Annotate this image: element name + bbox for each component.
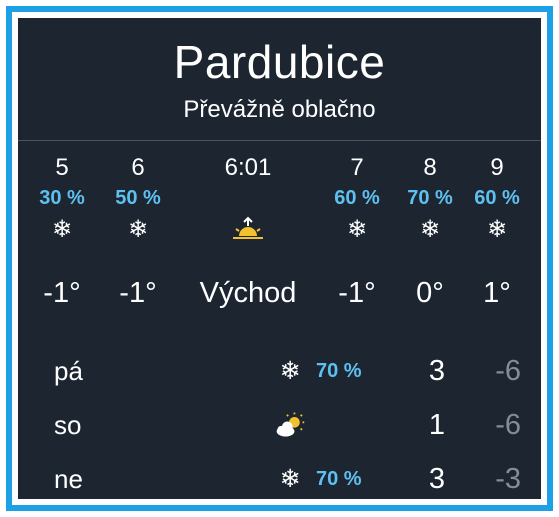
day-high: 1 xyxy=(428,409,445,441)
day-row[interactable]: pá ❄ 70 % 3 -6 xyxy=(18,346,541,400)
hour-temp: 1° xyxy=(483,277,511,309)
hour-temp: Východ xyxy=(199,277,297,309)
hour-time: 6:01 xyxy=(224,154,272,181)
day-precip: 70 % xyxy=(316,468,362,490)
day-low: -3 xyxy=(495,463,521,495)
hour-precip: 60 % xyxy=(334,187,380,209)
day-name: pá xyxy=(54,356,83,386)
snow-icon: ❄ xyxy=(279,357,301,385)
hour-time: 7 xyxy=(350,154,364,181)
day-high: 3 xyxy=(428,463,445,495)
day-row[interactable]: ne ❄ 70 % 3 -3 xyxy=(18,454,541,499)
snow-icon: ❄ xyxy=(346,215,368,243)
hour-precip: 30 % xyxy=(39,187,85,209)
hour-precip: 50 % xyxy=(115,187,161,209)
snow-icon: ❄ xyxy=(51,215,73,243)
snow-icon: ❄ xyxy=(127,215,149,243)
hour-temp: -1° xyxy=(119,277,157,309)
hour-icon xyxy=(518,214,541,244)
current-condition: Převážně oblačno xyxy=(183,96,376,123)
snow-icon: ❄ xyxy=(279,465,301,493)
day-row[interactable]: so 1 -6 xyxy=(18,400,541,454)
hour-time: 6 xyxy=(131,154,145,181)
day-high: 3 xyxy=(428,355,445,387)
day-low: -6 xyxy=(495,355,521,387)
day-low: -6 xyxy=(495,409,521,441)
hour-precip: 5 xyxy=(518,187,541,209)
day-name: so xyxy=(54,410,82,440)
hour-time: 5 xyxy=(55,154,69,181)
hourly-forecast[interactable]: 5 30 % ❄ -1° 6 50 % ❄ -1° 6:01 Východ 7 … xyxy=(18,142,541,342)
screenshot-frame: Pardubice Převážně oblačno 5 30 % ❄ -1° … xyxy=(6,6,553,511)
city-name: Pardubice xyxy=(173,36,386,88)
day-name: ne xyxy=(54,464,83,494)
weather-panel: Pardubice Převážně oblačno 5 30 % ❄ -1° … xyxy=(18,18,541,499)
hour-time: 9 xyxy=(490,154,504,181)
hour-temp: -1° xyxy=(43,277,81,309)
sunrise-icon xyxy=(178,214,318,244)
hour-temp: -1° xyxy=(338,277,376,309)
divider xyxy=(18,140,541,141)
partly-cloudy-icon xyxy=(274,408,306,442)
day-precip: 70 % xyxy=(316,360,362,382)
